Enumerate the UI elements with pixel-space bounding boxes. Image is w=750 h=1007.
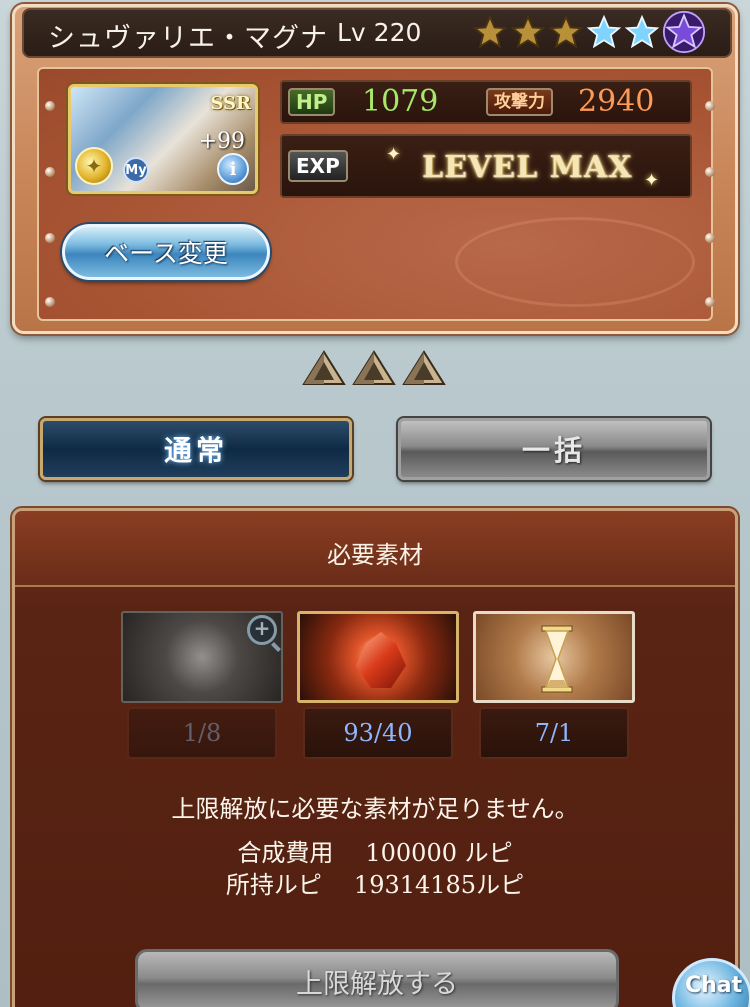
light-element-icon: ✦ — [75, 147, 113, 185]
owned-rupie-row: 所持ルピ 19314185ルピ — [15, 865, 735, 900]
weapon-orb-icon: + — [121, 611, 283, 703]
uncap-pyramid-icon — [352, 350, 396, 385]
hp-value: 1079 — [362, 84, 439, 119]
owned-rupie-value: 19314185ルピ — [353, 871, 525, 899]
material-count: 7/1 — [479, 707, 629, 759]
sparkle-icon: ✦ — [644, 170, 660, 191]
material-item[interactable]: + 1/8 — [121, 611, 283, 759]
attack-value: 2940 — [578, 84, 655, 119]
rarity-badge: SSR — [210, 93, 251, 114]
uncap-pyramid-icon — [402, 350, 446, 385]
fire-crystal-icon — [297, 611, 459, 703]
gold-star-icon — [510, 14, 546, 50]
uncap-button[interactable]: 上限解放する — [135, 949, 619, 1007]
crystal-shape — [356, 632, 406, 688]
gold-star-icon — [548, 14, 584, 50]
uncap-pyramid-icon — [302, 350, 346, 385]
material-count: 1/8 — [127, 707, 277, 759]
hp-label: HP — [288, 88, 336, 116]
rarity-stars — [472, 10, 706, 54]
rivet — [705, 167, 715, 177]
rivet — [45, 233, 55, 243]
purple-star-icon — [662, 10, 706, 54]
hourglass-icon — [473, 611, 635, 703]
blue-star-icon — [586, 14, 622, 50]
my-badge: My — [123, 157, 149, 183]
zoom-icon[interactable]: + — [247, 615, 277, 645]
character-portrait[interactable]: SSR +99 ✦ My i — [68, 84, 258, 194]
blue-star-icon — [624, 14, 660, 50]
rivet — [45, 101, 55, 111]
rivet — [705, 297, 715, 307]
material-item[interactable]: 93/40 — [297, 611, 459, 759]
attack-label: 攻撃力 — [486, 88, 553, 116]
synthesis-cost-label: 合成費用 — [237, 839, 334, 867]
character-level: Lv 220 — [337, 18, 422, 47]
synthesis-cost-value: 100000 ルピ — [365, 839, 513, 867]
character-name: シュヴァリエ・マグナ — [48, 23, 328, 54]
owned-rupie-label: 所持ルピ — [225, 871, 322, 899]
chat-label: Chat — [685, 973, 743, 998]
material-count: 93/40 — [303, 707, 453, 759]
info-icon[interactable]: i — [217, 153, 249, 185]
materials-panel: 必要素材 + 1/8 93/40 7/1 上限解放に必要な素材が足りません。 合… — [12, 508, 738, 1007]
rivet — [705, 101, 715, 111]
sparkle-icon: ✦ — [386, 144, 402, 165]
tab-bulk[interactable]: 一括 — [398, 418, 710, 480]
exp-row: EXP ✦ ✦ LEVEL MAX — [280, 134, 692, 198]
base-change-button[interactable]: ベース変更 — [62, 224, 270, 280]
rivet — [705, 233, 715, 243]
materials-title: 必要素材 — [327, 541, 423, 569]
rivet — [45, 297, 55, 307]
synthesis-cost-row: 合成費用 100000 ルピ — [15, 833, 735, 868]
exp-label: EXP — [288, 150, 348, 182]
rivet — [45, 167, 55, 177]
hourglass-shape — [541, 625, 573, 693]
stats-row: HP 1079 攻撃力 2940 — [280, 80, 692, 124]
level-max-label: LEVEL MAX — [422, 150, 633, 185]
tab-normal[interactable]: 通常 — [40, 418, 352, 480]
gold-star-icon — [472, 14, 508, 50]
material-item[interactable]: 7/1 — [473, 611, 635, 759]
decorative-swirl — [455, 217, 695, 307]
uncap-indicator — [302, 350, 446, 386]
insufficient-materials-message: 上限解放に必要な素材が足りません。 — [171, 795, 579, 823]
plus-value: +99 — [198, 129, 245, 154]
